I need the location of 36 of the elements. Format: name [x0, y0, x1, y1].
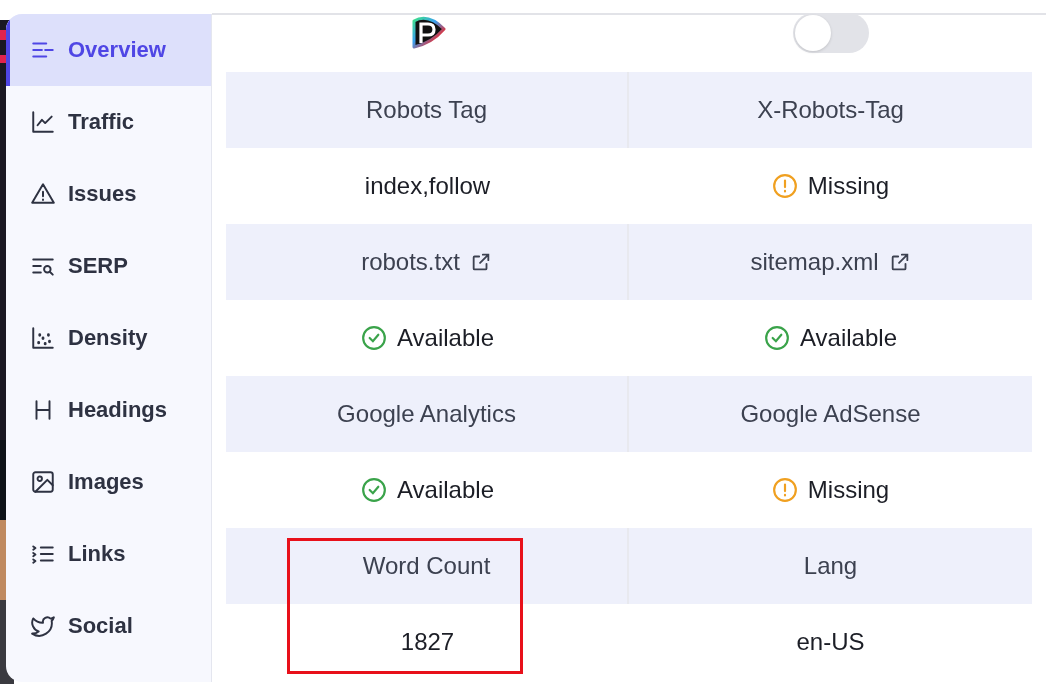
sidebar-item[interactable]: Headings: [6, 374, 211, 446]
check-circle-icon: [361, 477, 387, 503]
check-circle-icon: [764, 325, 790, 351]
cell-value: Available: [397, 476, 494, 504]
column-label: Lang: [803, 552, 858, 580]
warning-icon: [30, 181, 56, 207]
cell-value: index,follow: [364, 172, 491, 200]
column-label: X-Robots-Tag: [757, 96, 904, 124]
sidebar-item[interactable]: Density: [6, 302, 211, 374]
check-circle-icon: [361, 325, 387, 351]
cell-value: Available: [800, 324, 897, 352]
sidebar-item[interactable]: Issues: [6, 158, 211, 230]
column-label: robots.txt: [361, 248, 460, 276]
column-label: Google AdSense: [740, 400, 921, 428]
sidebar-item[interactable]: Links: [6, 518, 211, 590]
cell-value: en-US: [796, 628, 865, 656]
sidebar-item[interactable]: Traffic: [6, 86, 211, 158]
column-label: Word Count: [362, 552, 491, 580]
exclamation-circle-icon: [771, 477, 798, 503]
sidebar-item[interactable]: Social: [6, 590, 211, 662]
cell-value: Available: [397, 324, 494, 352]
toggle-switch[interactable]: [792, 13, 869, 53]
cell-value: 1827: [400, 628, 455, 656]
column-label: sitemap.xml: [750, 248, 879, 276]
column-label: Robots Tag: [366, 96, 487, 124]
sidebar-item[interactable]: Overview: [6, 14, 211, 86]
bird-icon: [30, 613, 56, 639]
sidebar-item[interactable]: Images: [6, 446, 211, 518]
exclamation-circle-icon: [771, 173, 798, 199]
sidebar-item[interactable]: SERP: [6, 230, 211, 302]
column-label: Google Analytics: [337, 400, 516, 428]
scatter-chart-icon: [30, 325, 56, 351]
line-chart-icon: [30, 109, 56, 135]
image-icon: [30, 469, 56, 495]
cell-value: Missing: [807, 476, 890, 504]
cell-value: Missing: [807, 172, 890, 200]
